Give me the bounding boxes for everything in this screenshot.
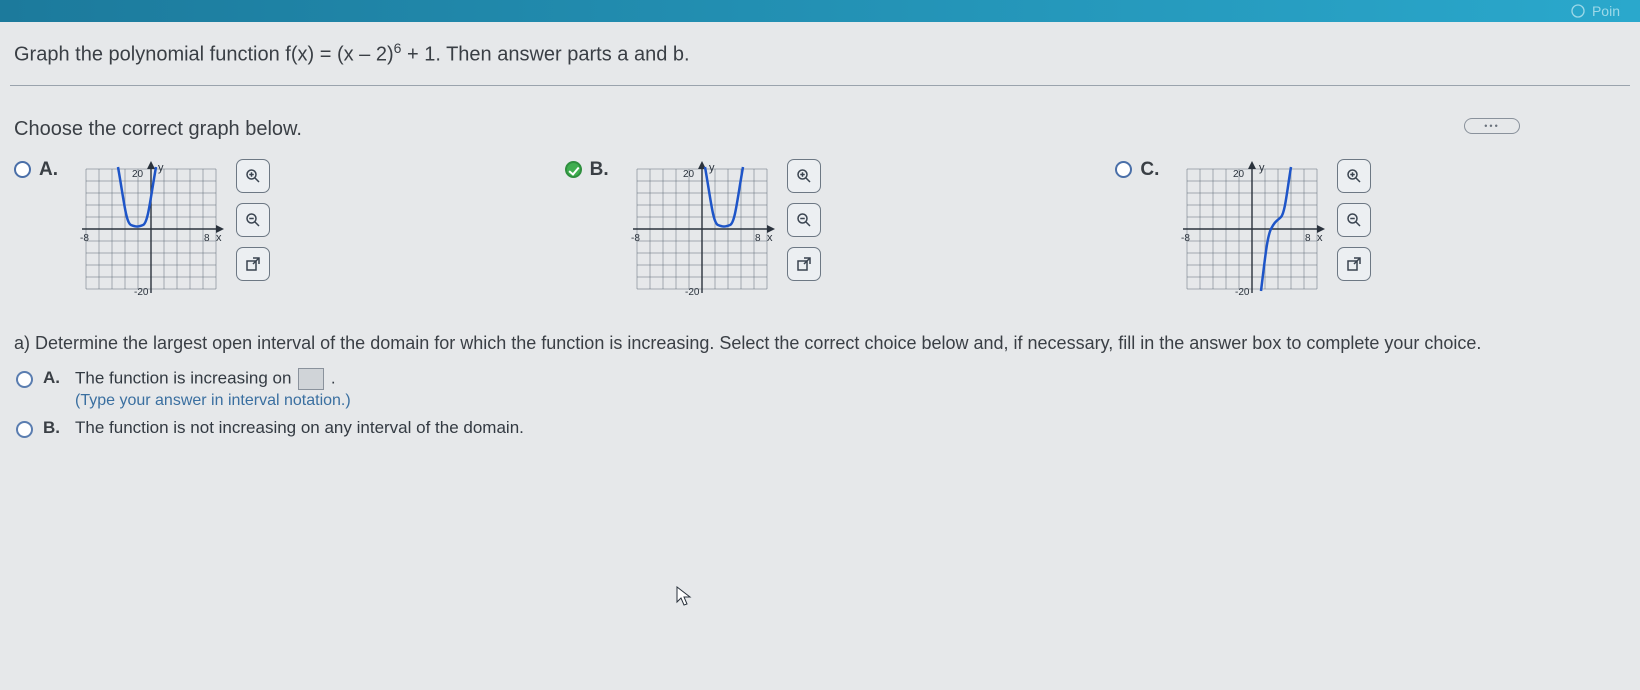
choice-c-label: C.	[1140, 159, 1169, 181]
sub-choice-a: A. The function is increasing on . (Type…	[16, 368, 1630, 410]
svg-text:20: 20	[1233, 169, 1245, 180]
zoom-out-icon	[244, 211, 262, 229]
svg-text:8: 8	[755, 233, 761, 244]
radio-sub-b[interactable]	[16, 421, 33, 438]
y-axis-label: y	[158, 162, 164, 174]
svg-text:20: 20	[132, 169, 144, 180]
sub-a-before: The function is increasing on	[75, 368, 296, 387]
graph-a: y x 20 -20 -8 8	[76, 159, 226, 299]
zoom-out-icon	[795, 211, 813, 229]
svg-text:x: x	[767, 232, 773, 244]
question-panel: Graph the polynomial function f(x) = (x …	[0, 22, 1640, 690]
sub-a-hint: (Type your answer in interval notation.)	[75, 392, 351, 410]
svg-text:-20: -20	[134, 287, 149, 298]
popout-icon	[1345, 255, 1363, 273]
svg-text:y: y	[709, 162, 715, 174]
choice-a-label: A.	[39, 159, 68, 181]
zoom-out-button[interactable]	[236, 203, 270, 237]
interval-input[interactable]	[298, 368, 324, 390]
zoom-out-button[interactable]	[1337, 203, 1371, 237]
choice-c: C. y x 20 -20 -8	[1115, 159, 1626, 299]
zoom-out-button[interactable]	[787, 203, 821, 237]
sub-b-text: The function is not increasing on any in…	[75, 418, 524, 438]
instruction-text: Choose the correct graph below.	[10, 96, 1630, 159]
radio-sub-a[interactable]	[16, 371, 33, 388]
graph-choices: A. y x	[10, 159, 1630, 319]
svg-text:-20: -20	[1235, 287, 1250, 298]
expand-button[interactable]: •••	[1464, 118, 1520, 134]
sub-a-after: .	[331, 368, 336, 387]
zoom-in-icon	[244, 167, 262, 185]
sub-choice-b: B. The function is not increasing on any…	[16, 418, 1630, 438]
zoom-in-button[interactable]	[1337, 159, 1371, 193]
zoom-in-icon	[1345, 167, 1363, 185]
divider	[10, 85, 1630, 86]
zoom-in-icon	[795, 167, 813, 185]
part-a-choices: A. The function is increasing on . (Type…	[10, 368, 1630, 438]
popout-button[interactable]	[1337, 247, 1371, 281]
question-text: Graph the polynomial function f(x) = (x …	[10, 38, 1630, 85]
points-label: Poin	[1592, 3, 1620, 19]
popout-icon	[795, 255, 813, 273]
radio-a[interactable]	[14, 161, 31, 178]
svg-text:8: 8	[1305, 233, 1311, 244]
svg-text:-8: -8	[631, 233, 640, 244]
choice-b: B. y x 20 -20 -8	[565, 159, 1076, 299]
x-axis-label: x	[216, 232, 222, 244]
choice-b-label: B.	[590, 159, 619, 181]
svg-text:20: 20	[683, 169, 695, 180]
svg-text:y: y	[1259, 162, 1265, 174]
zoom-in-button[interactable]	[236, 159, 270, 193]
graph-c: y x 20 -20 -8 8	[1177, 159, 1327, 299]
radio-c[interactable]	[1115, 161, 1132, 178]
svg-text:-8: -8	[1181, 233, 1190, 244]
circle-icon	[1570, 3, 1586, 19]
points-indicator: Poin	[1570, 3, 1620, 19]
part-a-text: a) Determine the largest open interval o…	[10, 319, 1630, 368]
svg-text:x: x	[1317, 232, 1323, 244]
svg-text:-20: -20	[685, 287, 700, 298]
popout-button[interactable]	[236, 247, 270, 281]
graph-b: y x 20 -20 -8 8	[627, 159, 777, 299]
title-bar: Poin	[0, 0, 1640, 22]
zoom-in-button[interactable]	[787, 159, 821, 193]
popout-button[interactable]	[787, 247, 821, 281]
choice-a: A. y x	[14, 159, 525, 299]
svg-text:-8: -8	[80, 233, 89, 244]
radio-b[interactable]	[565, 161, 582, 178]
svg-text:8: 8	[204, 233, 210, 244]
zoom-out-icon	[1345, 211, 1363, 229]
popout-icon	[244, 255, 262, 273]
